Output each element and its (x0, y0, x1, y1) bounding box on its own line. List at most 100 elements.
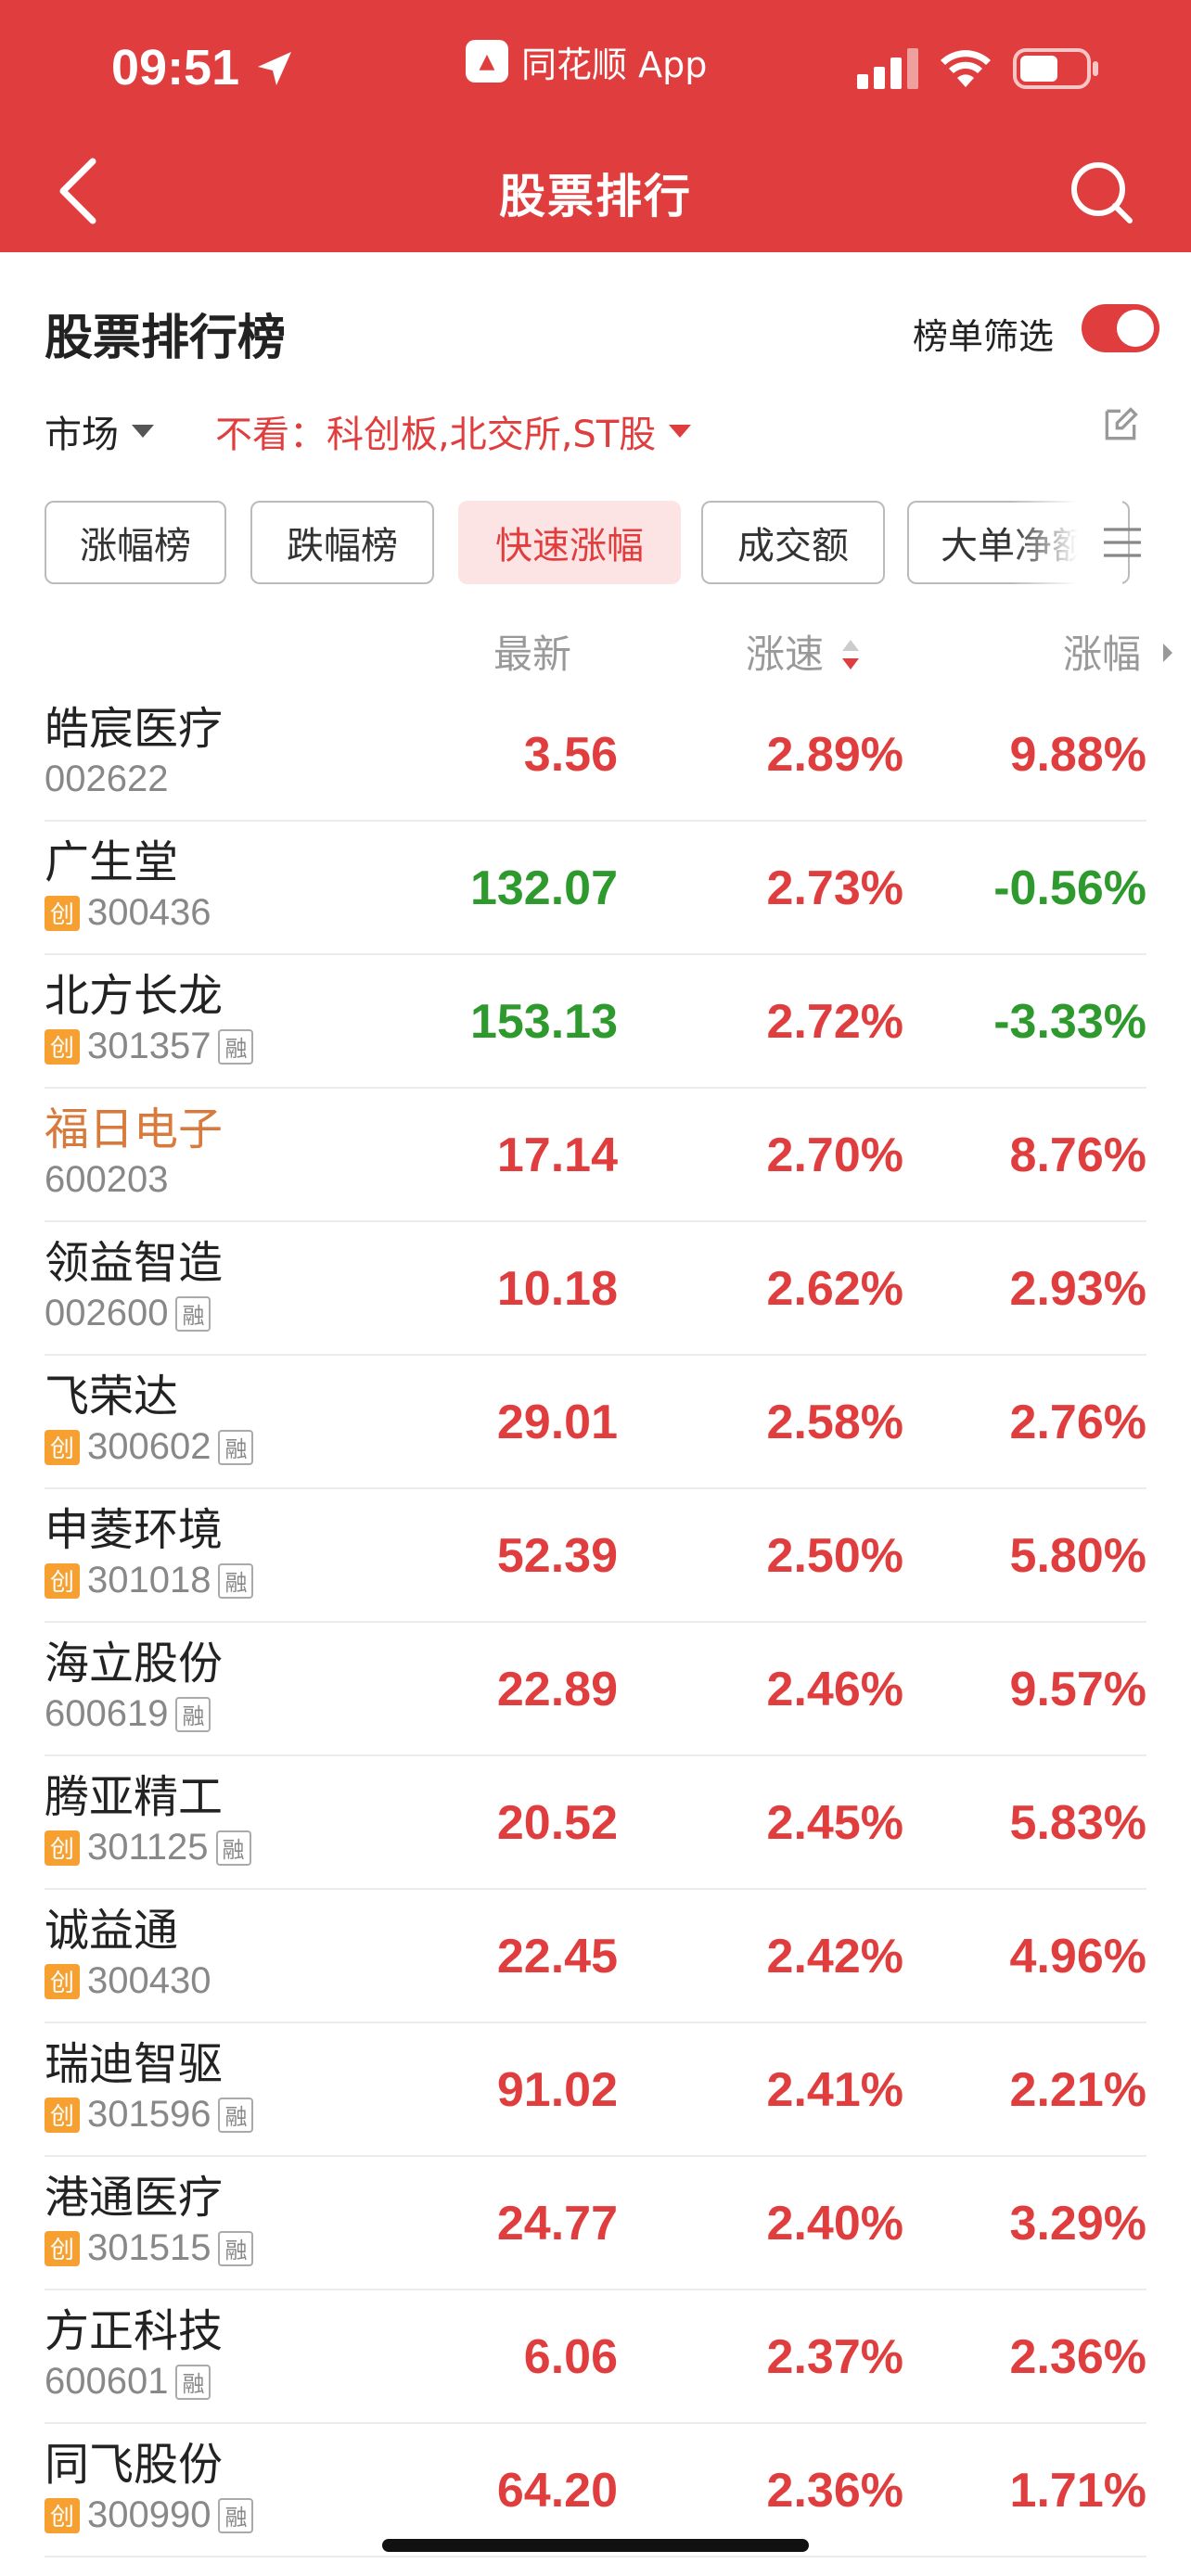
chinext-badge: 创 (45, 1028, 80, 1065)
margin-badge: 融 (215, 1830, 251, 1866)
stock-change: 8.76% (1009, 1129, 1146, 1182)
stock-name: 海立股份 (45, 1638, 224, 1690)
col-header-change[interactable]: 涨幅 (1063, 623, 1141, 680)
table-row[interactable]: 广生堂创 300436 132.07 2.73% -0.56% (45, 822, 1146, 955)
stock-speed: 2.46% (766, 1663, 903, 1716)
col-header-price[interactable]: 最新 (493, 623, 571, 680)
stock-code-line: 创 301125 融 (45, 1827, 251, 1868)
margin-badge: 融 (218, 2097, 254, 2133)
table-row[interactable]: 领益智造 002600 融 10.18 2.62% 2.93% (45, 1222, 1146, 1356)
menu-icon[interactable] (1104, 524, 1141, 561)
stock-change: 2.93% (1009, 1262, 1146, 1316)
search-icon[interactable] (1069, 159, 1135, 226)
stock-change: 1.71% (1009, 2464, 1146, 2518)
filter-toggle[interactable] (1082, 304, 1159, 352)
stock-price: 52.39 (496, 1529, 618, 1583)
stock-price: 17.14 (496, 1129, 618, 1182)
chinext-badge: 创 (45, 1830, 80, 1866)
tab-turnover[interactable]: 成交额 (701, 501, 885, 584)
stock-change: 9.88% (1009, 728, 1146, 782)
stock-name: 申菱环境 (45, 1504, 224, 1556)
chevron-down-icon (669, 425, 692, 438)
table-row[interactable]: 飞荣达创 300602 融 29.01 2.58% 2.76% (45, 1356, 1146, 1489)
margin-badge: 融 (218, 2497, 254, 2533)
market-label: 市场 (45, 414, 119, 456)
stock-price: 20.52 (496, 1796, 618, 1850)
exclude-dropdown[interactable]: 不看：科创板,北交所,ST股 (215, 404, 692, 458)
stock-code-line: 创 301018 融 (45, 1560, 254, 1601)
chinext-badge: 创 (45, 895, 80, 931)
page-title: 股票排行 (499, 170, 692, 223)
stock-change: 2.76% (1009, 1396, 1146, 1449)
chinext-badge: 创 (45, 2230, 80, 2266)
filter-label: 榜单筛选 (913, 316, 1055, 357)
table-row[interactable]: 福日电子 600203 17.14 2.70% 8.76% (45, 1089, 1146, 1222)
edit-icon[interactable] (1100, 404, 1141, 445)
wifi-icon (941, 50, 991, 87)
toggle-knob (1117, 310, 1154, 347)
stock-code-line: 002600 融 (45, 1293, 211, 1334)
tab-fast-rise[interactable]: 快速涨幅 (458, 501, 681, 584)
stock-change: 9.57% (1009, 1663, 1146, 1716)
stock-price: 3.56 (523, 728, 618, 782)
stock-speed: 2.37% (766, 2330, 903, 2384)
stock-code-line: 600619 融 (45, 1693, 211, 1735)
stock-name: 福日电子 (45, 1103, 224, 1155)
table-row[interactable]: 同飞股份创 300990 融 64.20 2.36% 1.71% (45, 2424, 1146, 2557)
stock-change: 5.83% (1009, 1796, 1146, 1850)
margin-badge: 融 (175, 1295, 211, 1332)
table-row[interactable]: 瑞迪智驱创 301596 融 91.02 2.41% 2.21% (45, 2023, 1146, 2157)
table-row[interactable]: 方正科技 600601 融 6.06 2.37% 2.36% (45, 2290, 1146, 2424)
stock-change: -3.33% (993, 995, 1146, 1049)
table-row[interactable]: 申菱环境创 301018 融 52.39 2.50% 5.80% (45, 1489, 1146, 1623)
stock-name: 北方长龙 (45, 970, 224, 1022)
margin-badge: 融 (218, 1429, 254, 1465)
stock-speed: 2.50% (766, 1529, 903, 1583)
chinext-badge: 创 (45, 1562, 80, 1599)
stock-code: 002600 (45, 1293, 169, 1333)
stock-code: 600619 (45, 1693, 169, 1734)
app-name: 同花顺 App (521, 44, 708, 85)
stock-name: 瑞迪智驱 (45, 2038, 224, 2090)
stock-code: 300602 (87, 1426, 211, 1467)
table-row[interactable]: 腾亚精工创 301125 融 20.52 2.45% 5.83% (45, 1756, 1146, 1890)
table-row[interactable]: 北方长龙创 301357 融 153.13 2.72% -3.33% (45, 955, 1146, 1089)
stock-code: 300430 (87, 1960, 211, 2001)
stock-code: 301515 (87, 2227, 211, 2268)
stock-speed: 2.45% (766, 1796, 903, 1850)
tab-losers[interactable]: 跌幅榜 (250, 501, 434, 584)
app-return-pill[interactable]: ▲ 同花顺 App (466, 37, 707, 85)
stock-change: 4.96% (1009, 1930, 1146, 1983)
stock-speed: 2.58% (766, 1396, 903, 1449)
col-header-speed[interactable]: 涨速 (746, 623, 824, 680)
stock-code: 002622 (45, 759, 169, 799)
table-row[interactable]: 海立股份 600619 融 22.89 2.46% 9.57% (45, 1623, 1146, 1756)
stock-speed: 2.72% (766, 995, 903, 1049)
stock-price: 132.07 (469, 861, 618, 915)
app-logo-icon: ▲ (466, 40, 508, 83)
stock-speed: 2.70% (766, 1129, 903, 1182)
stock-code: 600203 (45, 1159, 169, 1200)
stock-speed: 2.41% (766, 2063, 903, 2117)
home-indicator (382, 2539, 809, 2552)
stock-name: 皓宸医疗 (45, 703, 224, 755)
table-row[interactable]: 港通医疗创 301515 融 24.77 2.40% 3.29% (45, 2157, 1146, 2290)
stock-speed: 2.40% (766, 2197, 903, 2251)
chinext-badge: 创 (45, 2097, 80, 2133)
table-row[interactable]: 诚益通创 300430 22.45 2.42% 4.96% (45, 1890, 1146, 2023)
stock-code-line: 创 300990 融 (45, 2494, 254, 2536)
table-row[interactable]: 皓宸医疗 002622 3.56 2.89% 9.88% (45, 688, 1146, 822)
chinext-badge: 创 (45, 2497, 80, 2533)
stock-name: 诚益通 (45, 1905, 179, 1957)
chevron-down-icon (132, 425, 154, 438)
scroll-right-icon[interactable] (1163, 644, 1172, 662)
stock-price: 6.06 (523, 2330, 618, 2384)
stock-code-line: 创 300430 (45, 1960, 211, 2002)
tab-gainers[interactable]: 涨幅榜 (45, 501, 226, 584)
stock-price: 29.01 (496, 1396, 618, 1449)
stock-code: 301357 (87, 1026, 211, 1066)
stock-price: 22.89 (496, 1663, 618, 1716)
market-dropdown[interactable]: 市场 (45, 404, 154, 458)
stock-price: 64.20 (496, 2464, 618, 2518)
section-title: 股票排行榜 (45, 311, 287, 366)
